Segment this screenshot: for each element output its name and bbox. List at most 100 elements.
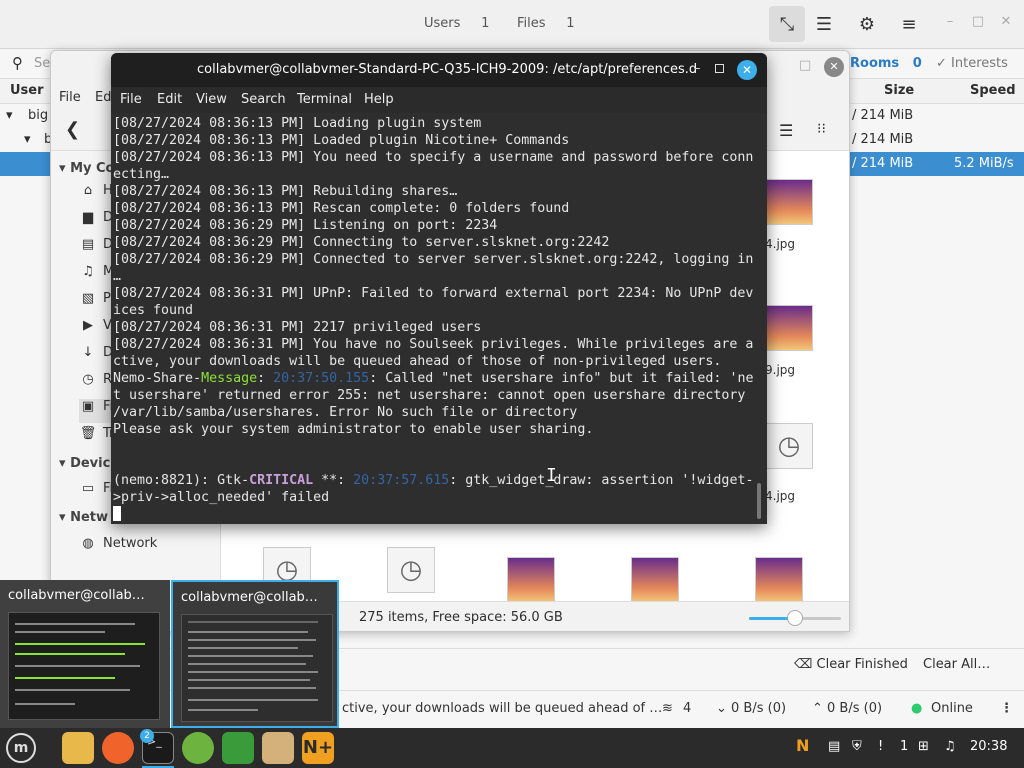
expander-icon[interactable]: ▾ xyxy=(6,108,13,123)
col-user[interactable]: User xyxy=(10,83,44,98)
preview-thumbnail xyxy=(181,614,333,722)
terminal-scrollbar[interactable] xyxy=(757,483,761,519)
clear-finished-button[interactable]: ⌫ Clear Finished xyxy=(794,657,908,672)
maximize-icon[interactable]: □ xyxy=(968,14,988,34)
upload-speed[interactable]: ⌃ 0 B/s (0) xyxy=(812,701,882,716)
log-line: [08/27/2024 08:36:31 PM] You have no Sou… xyxy=(113,337,753,352)
clock[interactable]: 20:38 xyxy=(970,739,1007,754)
terminal-menubar: File Edit View Search Terminal Help xyxy=(111,87,767,113)
window-preview[interactable]: collabvmer@collab… xyxy=(0,580,170,728)
sidebar-header-devices[interactable]: ▾ Devic xyxy=(59,456,110,471)
file-thumbnail[interactable] xyxy=(631,557,679,603)
apps-grid-icon[interactable] xyxy=(182,732,214,764)
tab-files[interactable]: Files 1 xyxy=(517,16,574,31)
clear-all-button[interactable]: Clear All… xyxy=(923,657,990,672)
sidebar-header-my-computer[interactable]: ▾ My Co xyxy=(59,161,114,176)
shield-tray-icon[interactable]: ⛨ xyxy=(852,739,862,754)
log-line: t usershare' returned error 255: net use… xyxy=(113,388,746,403)
menu-search[interactable]: Search xyxy=(241,92,286,107)
log-line: ecting… xyxy=(113,167,170,182)
window-preview-selected[interactable]: collabvmer@collab… xyxy=(171,580,339,728)
archive-app-icon[interactable] xyxy=(262,732,294,764)
search-icon[interactable]: ⚲ xyxy=(12,54,23,72)
list-view-icon[interactable]: ☰ xyxy=(806,6,842,42)
menu-help[interactable]: Help xyxy=(364,92,394,107)
drive-icon: ▭ xyxy=(81,481,95,496)
menu-file[interactable]: File xyxy=(59,90,81,105)
sidebar-item-network[interactable]: ◍ Network xyxy=(79,536,219,560)
tab-interests[interactable]: ✓ Interests xyxy=(936,56,1008,71)
clock-file-icon[interactable]: ◷ xyxy=(387,547,435,593)
clock-file-icon[interactable]: ◷ xyxy=(765,423,813,469)
close-icon[interactable]: ✕ xyxy=(996,14,1016,34)
nicotine-app-icon[interactable]: N+ xyxy=(302,732,334,764)
expander-icon[interactable]: ▾ xyxy=(24,132,31,147)
preview-thumbnail xyxy=(8,612,160,720)
maximize-icon[interactable] xyxy=(715,64,724,73)
tab-rooms[interactable]: Rooms 0 xyxy=(850,56,922,71)
music-icon: ♫ xyxy=(82,264,94,279)
list-view-icon[interactable]: ☰ xyxy=(779,121,793,140)
minimize-icon[interactable]: – xyxy=(694,61,701,76)
documents-icon: ▤ xyxy=(81,237,95,252)
connections-count: 4 xyxy=(683,701,692,716)
mint-menu-icon[interactable]: m xyxy=(6,733,36,763)
firefox-app-icon[interactable] xyxy=(102,732,134,764)
file-thumbnail[interactable] xyxy=(755,557,803,603)
preview-label: collabvmer@collab… xyxy=(8,588,145,603)
files-app-icon[interactable] xyxy=(62,732,94,764)
download-speed[interactable]: ⌄ 0 B/s (0) xyxy=(716,701,786,716)
menu-terminal[interactable]: Terminal xyxy=(297,92,352,107)
notifications-icon[interactable]: ! xyxy=(878,739,883,754)
log-line: [08/27/2024 08:36:29 PM] Connected to se… xyxy=(113,252,753,267)
file-thumbnail[interactable] xyxy=(507,557,555,603)
log-line: [08/27/2024 08:36:31 PM] UPnP: Failed to… xyxy=(113,286,753,301)
file-name[interactable]: 9.jpg xyxy=(765,363,795,377)
hamburger-menu-icon[interactable]: ≡ xyxy=(891,6,927,42)
terminal-window: collabvmer@collabvmer-Standard-PC-Q35-IC… xyxy=(111,53,767,524)
nicotine-tray-icon[interactable]: N xyxy=(796,736,809,755)
videos-icon: ▶ xyxy=(83,318,93,333)
recent-icon: ◷ xyxy=(82,372,94,387)
more-options-icon[interactable]: ⋮ xyxy=(1000,701,1013,716)
minimize-icon[interactable]: – xyxy=(940,14,960,34)
terminal-titlebar[interactable]: collabvmer@collabvmer-Standard-PC-Q35-IC… xyxy=(111,53,767,87)
file-name[interactable]: 4.jpg xyxy=(765,237,795,251)
compact-view-icon[interactable]: ⁝⁝ xyxy=(817,121,826,137)
gear-icon[interactable]: ⚙ xyxy=(849,6,885,42)
network-tray-icon[interactable]: ⊞ xyxy=(918,739,929,754)
search-input[interactable]: Se xyxy=(34,56,50,71)
file-thumbnail[interactable] xyxy=(765,179,813,225)
mouse-ibeam-cursor: I xyxy=(546,465,557,486)
file-name[interactable]: 4.jpg xyxy=(765,489,795,503)
trash-icon: 🗑 xyxy=(79,426,97,441)
collapse-icon[interactable]: ⤡ xyxy=(769,6,805,42)
shield-app-icon[interactable] xyxy=(222,732,254,764)
log-line: [08/27/2024 08:36:13 PM] Loading plugin … xyxy=(113,116,482,131)
menu-view[interactable]: View xyxy=(196,92,227,107)
close-icon[interactable]: ✕ xyxy=(737,60,757,80)
zoom-slider-handle[interactable] xyxy=(787,610,803,626)
file-thumbnail[interactable] xyxy=(765,305,813,351)
close-icon[interactable]: ✕ xyxy=(824,57,844,77)
sound-icon[interactable]: ♫ xyxy=(944,739,956,754)
online-status[interactable]: Online xyxy=(931,701,973,716)
log-line: ices found xyxy=(113,303,194,318)
back-icon[interactable]: ❮ xyxy=(65,119,80,140)
menu-edit[interactable]: Ed xyxy=(95,90,111,105)
log-line: [08/27/2024 08:36:13 PM] Rescan complete… xyxy=(113,201,570,216)
menu-file[interactable]: File xyxy=(120,92,142,107)
nemo-share-message: Nemo-Share-Message: 20:37:50.155: Called… xyxy=(113,371,753,386)
sidebar-header-network[interactable]: ▾ Netw xyxy=(59,510,108,525)
desktop-icon: ▆ xyxy=(83,210,93,225)
log-line: … xyxy=(113,269,122,284)
text-cursor xyxy=(113,506,121,521)
clipboard-icon[interactable]: ▤ xyxy=(828,739,840,754)
col-size[interactable]: Size xyxy=(884,83,914,98)
menu-edit[interactable]: Edit xyxy=(157,92,182,107)
wifi-icon: ≋ xyxy=(662,701,673,716)
tab-users[interactable]: Users 1 xyxy=(424,16,489,31)
terminal-output[interactable]: [08/27/2024 08:36:13 PM] Loading plugin … xyxy=(113,115,753,523)
col-speed[interactable]: Speed xyxy=(970,83,1016,98)
maximize-icon[interactable]: □ xyxy=(799,58,811,73)
